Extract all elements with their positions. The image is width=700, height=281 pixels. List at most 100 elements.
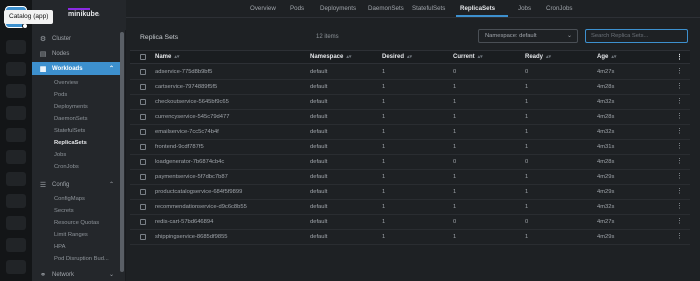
table-row[interactable]: loadgenerator-7b6874cb4c default 1 0 0 4m28s ⋮ — [130, 155, 690, 170]
row-menu-icon[interactable]: ⋮ — [676, 188, 683, 196]
row-menu-icon[interactable]: ⋮ — [676, 98, 683, 106]
table-row[interactable]: cartservice-7974889f5f5 default 1 1 1 4m28s ⋮ — [130, 80, 690, 95]
tab-deployments[interactable]: Deployments — [320, 5, 356, 12]
table-row[interactable]: recommendationservice-d9c6c8b55 default 1 1… — [130, 200, 690, 215]
tab-daemonsets[interactable]: DaemonSets — [368, 5, 404, 12]
sidebar-sub-daemonsets[interactable]: DaemonSets — [54, 114, 88, 124]
row-checkbox[interactable] — [140, 159, 146, 165]
tab-statefulsets[interactable]: StatefulSets — [412, 5, 445, 12]
table-row[interactable]: adservice-775d8b9bf5 default 1 0 0 4m27s ⋮ — [130, 65, 690, 80]
cell-age: 4m28s — [597, 159, 615, 165]
table-row[interactable]: currencyservice-545c79d477 default 1 1 1 4m28… — [130, 110, 690, 125]
sidebar-sub-secrets[interactable]: Secrets — [54, 206, 74, 216]
sidebar-item-cluster[interactable]: ⚙ Cluster — [32, 32, 120, 45]
hotbar-slot[interactable] — [6, 260, 26, 274]
tab-pods[interactable]: Pods — [290, 5, 304, 12]
hotbar-slot[interactable] — [6, 62, 26, 76]
sidebar-sub-replicasets[interactable]: ReplicaSets — [54, 138, 87, 148]
table-row[interactable]: emailservice-7cc5c74b4f default 1 1 1 4m32s ⋮ — [130, 125, 690, 140]
cell-name: productcatalogservice-684f5f9899 — [155, 189, 243, 195]
search-input[interactable]: Search Replica Sets... — [585, 29, 688, 43]
row-checkbox[interactable] — [140, 129, 146, 135]
row-menu-icon[interactable]: ⋮ — [676, 158, 683, 166]
table-row[interactable]: productcatalogservice-684f5f9899 default 1… — [130, 185, 690, 200]
sidebar-scrollbar[interactable] — [120, 32, 124, 272]
column-header-namespace[interactable]: Namespace ▴▾ — [310, 54, 351, 60]
cell-namespace: default — [310, 189, 328, 195]
hotbar-slot[interactable] — [6, 84, 26, 98]
hotbar-slot[interactable] — [6, 150, 26, 164]
sort-icon: ▴▾ — [477, 54, 483, 60]
cell-ready: 1 — [525, 114, 529, 120]
sidebar-sub-pod-disruption[interactable]: Pod Disruption Bud... — [54, 254, 109, 264]
column-header-age[interactable]: Age ▴▾ — [597, 54, 616, 60]
hotbar-slot[interactable] — [6, 40, 26, 54]
table-row[interactable]: paymentservice-5f7dbc7b87 default 1 1 1 4m29s… — [130, 170, 690, 185]
column-header-current[interactable]: Current ▴▾ — [453, 54, 483, 60]
tab-cronjobs[interactable]: CronJobs — [546, 5, 572, 12]
column-menu-icon[interactable]: ⋮ — [676, 54, 683, 62]
sidebar-sub-pods[interactable]: Pods — [54, 90, 67, 100]
cell-ready: 1 — [525, 174, 529, 180]
cell-ready: 1 — [525, 144, 529, 150]
cell-age: 4m29s — [597, 189, 615, 195]
row-menu-icon[interactable]: ⋮ — [676, 203, 683, 211]
cell-current: 1 — [453, 174, 457, 180]
sidebar-sub-statefulsets[interactable]: StatefulSets — [54, 126, 85, 136]
row-checkbox[interactable] — [140, 84, 146, 90]
cell-current: 1 — [453, 204, 457, 210]
row-checkbox[interactable] — [140, 69, 146, 75]
sidebar-sub-hpa[interactable]: HPA — [54, 242, 66, 252]
namespace-select[interactable]: Namespace: default ⌄ — [478, 29, 578, 43]
hotbar-slot[interactable] — [6, 238, 26, 252]
row-menu-icon[interactable]: ⋮ — [676, 83, 683, 91]
row-menu-icon[interactable]: ⋮ — [676, 128, 683, 136]
column-header-name[interactable]: Name ▴▾ — [155, 54, 179, 60]
sidebar-item-nodes[interactable]: ▤ Nodes — [32, 47, 120, 60]
tab-replicasets[interactable]: ReplicaSets — [460, 5, 495, 12]
row-checkbox[interactable] — [140, 144, 146, 150]
row-checkbox[interactable] — [140, 174, 146, 180]
cell-desired: 1 — [382, 159, 386, 165]
row-checkbox[interactable] — [140, 99, 146, 105]
sidebar-sub-overview[interactable]: Overview — [54, 78, 78, 88]
sidebar-sub-deployments[interactable]: Deployments — [54, 102, 88, 112]
sidebar-item-config[interactable]: ☰ Config ⌃ — [32, 178, 120, 191]
nodes-icon: ▤ — [39, 50, 47, 58]
sidebar-sub-jobs[interactable]: Jobs — [54, 150, 66, 160]
table-row[interactable]: checkoutservice-5645bf9c65 default 1 1 1 4m32… — [130, 95, 690, 110]
hotbar-slot[interactable] — [6, 106, 26, 120]
table-row[interactable]: frontend-9cdf787f5 default 1 1 1 4m31s ⋮ — [130, 140, 690, 155]
column-header-desired[interactable]: Desired ▴▾ — [382, 54, 412, 60]
row-checkbox[interactable] — [140, 219, 146, 225]
sidebar-sub-configmaps[interactable]: ConfigMaps — [54, 194, 85, 204]
row-checkbox[interactable] — [140, 234, 146, 240]
hotbar-slot[interactable] — [6, 216, 26, 230]
cell-current: 0 — [453, 69, 457, 75]
sidebar-item-network[interactable]: ⚭ Network ⌄ — [32, 268, 120, 281]
row-menu-icon[interactable]: ⋮ — [676, 233, 683, 241]
tab-jobs[interactable]: Jobs — [518, 5, 531, 12]
cell-current: 1 — [453, 144, 457, 150]
row-menu-icon[interactable]: ⋮ — [676, 68, 683, 76]
sidebar-sub-limit-ranges[interactable]: Limit Ranges — [54, 230, 88, 240]
sidebar-item-workloads[interactable]: ▦ Workloads ⌃ — [32, 62, 120, 75]
row-checkbox[interactable] — [140, 189, 146, 195]
row-menu-icon[interactable]: ⋮ — [676, 218, 683, 226]
tab-overview[interactable]: Overview — [250, 5, 276, 12]
column-header-ready[interactable]: Ready ▴▾ — [525, 54, 551, 60]
sidebar-sub-cronjobs[interactable]: CronJobs — [54, 162, 79, 172]
table-row[interactable]: shippingservice-8685df9855 default 1 1 1 4m29… — [130, 230, 690, 245]
row-checkbox[interactable] — [140, 204, 146, 210]
sidebar-sub-resource-quotas[interactable]: Resource Quotas — [54, 218, 99, 228]
hotbar-slot[interactable] — [6, 172, 26, 186]
select-all-checkbox[interactable] — [140, 54, 146, 60]
row-menu-icon[interactable]: ⋮ — [676, 113, 683, 121]
hotbar-slot[interactable] — [6, 194, 26, 208]
row-menu-icon[interactable]: ⋮ — [676, 173, 683, 181]
table-row[interactable]: redis-cart-57bd646894 default 1 0 0 4m27s ⋮ — [130, 215, 690, 230]
row-menu-icon[interactable]: ⋮ — [676, 143, 683, 151]
hotbar-slot[interactable] — [6, 128, 26, 142]
page-title: Replica Sets — [140, 34, 179, 41]
row-checkbox[interactable] — [140, 114, 146, 120]
